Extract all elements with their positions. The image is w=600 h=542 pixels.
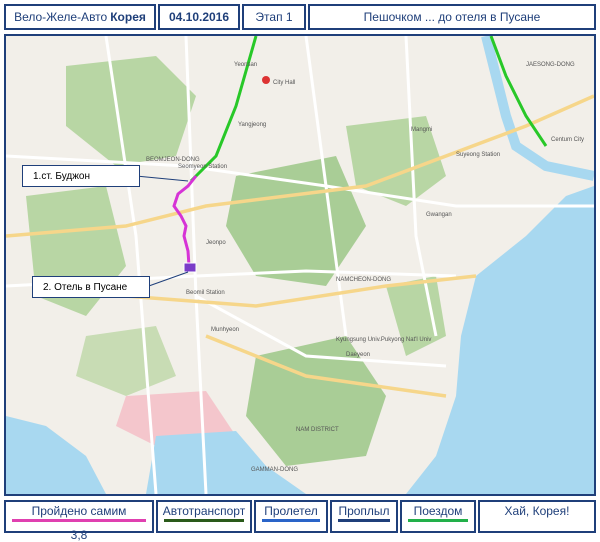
auto-line: [164, 519, 244, 522]
title-country: Корея: [110, 10, 146, 24]
title-prefix: Вело-Желе-Авто: [14, 10, 108, 24]
route-map[interactable]: JAESONG-DONG City Hall Yeonsan BEOMJEON-…: [4, 34, 596, 496]
label-centum: Centum City: [551, 137, 584, 143]
walked-line: [12, 519, 146, 522]
callout-start[interactable]: 1.ст. Буджон: [22, 165, 140, 187]
walked-label: Пройдено самим: [31, 504, 127, 518]
label-city-hall: City Hall: [273, 80, 295, 86]
label-gamman: GAMMAN-DONG: [251, 467, 298, 473]
legend-auto: Автотранспорт: [156, 500, 252, 533]
label-beomjeon: BEOMJEON-DONG: [146, 157, 200, 163]
legend-walked: Пройдено самим 3,8: [4, 500, 154, 542]
label-yangjeong: Yangjeong: [238, 122, 266, 128]
footer-greeting-cell: Хай, Корея!: [478, 500, 596, 533]
label-jeonpo: Jeonpo: [206, 240, 226, 246]
header-stage: Этап 1: [242, 4, 306, 30]
train-line: [408, 519, 468, 522]
flight-label: Пролетел: [264, 504, 318, 518]
flight-line: [262, 519, 320, 522]
header-date: 04.10.2016: [158, 4, 240, 30]
map-svg: JAESONG-DONG City Hall Yeonsan BEOMJEON-…: [6, 36, 594, 494]
greeting: Хай, Корея!: [504, 504, 570, 518]
sail-label: Проплыл: [338, 504, 390, 518]
label-jaesong: JAESONG-DONG: [526, 62, 575, 68]
label-daeyeon: Daeyeon: [346, 352, 370, 358]
label-seomyeon: Seomyeon Station: [178, 164, 227, 170]
label-gwangan: Gwangan: [426, 212, 452, 218]
legend-flight: Пролетел: [254, 500, 328, 533]
callout-hotel[interactable]: 2. Отель в Пусане: [32, 276, 150, 298]
hotel-marker-icon[interactable]: [183, 262, 197, 273]
walked-distance: 3,8: [70, 528, 88, 542]
label-namcheon: NAMCHEON-DONG: [336, 277, 391, 283]
header-title: Вело-Желе-Авто Корея: [4, 4, 156, 30]
header-route: Пешочком ... до отеля в Пусане: [308, 4, 596, 30]
label-beomil: Beomil Station: [186, 290, 225, 296]
label-mangmi: Mangmi: [411, 127, 432, 133]
label-kyungsung: Kyungsung Univ.Pukyong Nat'l Univ: [336, 337, 431, 343]
legend-sail: Проплыл: [330, 500, 398, 533]
label-nam-district: NAM DISTRICT: [296, 427, 339, 433]
label-munhyeon: Munhyeon: [211, 327, 239, 333]
sail-line: [338, 519, 390, 522]
legend-train: Поездом: [400, 500, 476, 533]
train-label: Поездом: [413, 504, 463, 518]
label-yeonsan: Yeonsan: [234, 62, 257, 68]
city-hall-marker-icon[interactable]: [262, 76, 270, 84]
auto-label: Автотранспорт: [162, 504, 246, 518]
label-suyeong: Suyeong Station: [456, 152, 500, 158]
